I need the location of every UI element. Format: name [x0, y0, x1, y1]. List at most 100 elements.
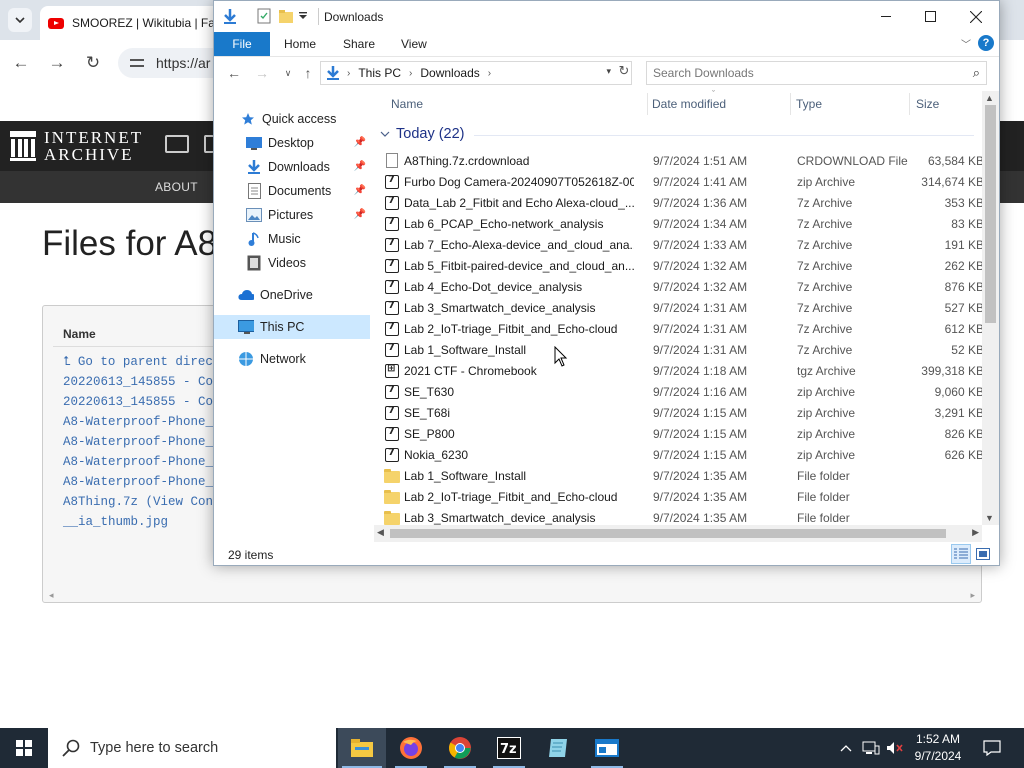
show-hidden-icons-button[interactable]: [836, 728, 856, 768]
file-row[interactable]: Lab 3_Smartwatch_device_analysis 9/7/2024…: [384, 297, 984, 318]
taskbar-7zip[interactable]: 7z: [485, 728, 533, 768]
search-input[interactable]: Search Downloads ⌕: [646, 61, 987, 85]
taskbar-app-window[interactable]: [583, 728, 631, 768]
help-button[interactable]: ?: [978, 35, 994, 51]
file-row[interactable]: SE_T630 9/7/2024 1:16 AM zip Archive 9,060 …: [384, 381, 984, 402]
file-row[interactable]: 2021 CTF - Chromebook 9/7/2024 1:18 AM tgz…: [384, 360, 984, 381]
scrollbar-thumb[interactable]: [985, 105, 996, 323]
file-row[interactable]: Lab 2_IoT-triage_Fitbit_and_Echo-cloud 9/…: [384, 318, 984, 339]
notifications-button[interactable]: [980, 728, 1004, 768]
close-button[interactable]: [953, 1, 999, 32]
file-link[interactable]: A8-Waterproof-Phone_a: [63, 412, 221, 432]
nav-item-downloads[interactable]: Downloads 📌: [214, 155, 370, 179]
scroll-up-icon[interactable]: ▲: [985, 93, 994, 103]
file-link[interactable]: A8-Waterproof-Phone_m: [63, 452, 221, 472]
file-row[interactable]: SE_P800 9/7/2024 1:15 AM zip Archive 826 KB: [384, 423, 984, 444]
nav-item-videos[interactable]: Videos: [214, 251, 370, 275]
panel-horizontal-scrollbar[interactable]: ◂ ▸: [43, 590, 981, 602]
scroll-right-icon[interactable]: ▸: [970, 590, 975, 601]
scroll-right-icon[interactable]: ▶: [972, 527, 979, 538]
tab-home[interactable]: Home: [270, 32, 330, 56]
tab-view[interactable]: View: [387, 32, 441, 56]
file-row[interactable]: Nokia_6230 9/7/2024 1:15 AM zip Archive 626…: [384, 444, 984, 465]
recent-locations-icon[interactable]: ∨: [278, 63, 298, 83]
file-link[interactable]: A8Thing.7z (View Cont: [63, 492, 221, 512]
column-header-name[interactable]: Name: [391, 97, 423, 111]
maximize-button[interactable]: [907, 1, 953, 32]
file-link[interactable]: A8-Waterproof-Phone_m: [63, 472, 221, 492]
up-arrow-icon[interactable]: ↑: [298, 63, 318, 83]
nav-item-quick-access[interactable]: Quick access: [214, 107, 370, 131]
browser-tab[interactable]: SMOOREZ | Wikitubia | Fa: [40, 6, 240, 40]
volume-tray-button[interactable]: [884, 728, 906, 768]
file-row[interactable]: Lab 6_PCAP_Echo-network_analysis 9/7/2024…: [384, 213, 984, 234]
file-row[interactable]: A8Thing.7z.crdownload 9/7/2024 1:51 AM CRD…: [384, 150, 984, 171]
chevron-right-icon[interactable]: ›: [488, 68, 491, 79]
vertical-scrollbar[interactable]: ▲ ▼: [982, 91, 999, 525]
breadcrumb-downloads[interactable]: Downloads: [420, 66, 479, 80]
chevron-right-icon[interactable]: ›: [409, 68, 412, 79]
search-icon[interactable]: ⌕: [973, 65, 980, 81]
horizontal-scrollbar[interactable]: ◀ ▶: [374, 525, 982, 542]
file-row[interactable]: Lab 1_Software_Install 9/7/2024 1:35 AM Fi…: [384, 465, 984, 486]
nav-item-documents[interactable]: Documents 📌: [214, 179, 370, 203]
column-header-type[interactable]: Type: [796, 97, 822, 111]
parent-directory-link[interactable]: ⮤ Go to parent direc: [63, 352, 221, 372]
file-row[interactable]: Data_Lab 2_Fitbit and Echo Alexa-cloud_.…: [384, 192, 984, 213]
properties-icon[interactable]: [257, 8, 271, 24]
nav-item-pictures[interactable]: Pictures 📌: [214, 203, 370, 227]
column-header-date-modified[interactable]: Date modified: [652, 97, 726, 111]
address-dropdown-icon[interactable]: ▾: [606, 66, 611, 77]
file-link[interactable]: 20220613_145855 - Cop: [63, 392, 221, 412]
file-row[interactable]: SE_T68i 9/7/2024 1:15 AM zip Archive 3,291 …: [384, 402, 984, 423]
taskbar-clock[interactable]: 1:52 AM 9/7/2024: [905, 731, 971, 765]
file-row[interactable]: Lab 5_Fitbit-paired-device_and_cloud_an.…: [384, 255, 984, 276]
taskbar-search-box[interactable]: Type here to search: [48, 728, 336, 768]
tab-share[interactable]: Share: [329, 32, 389, 56]
taskbar-file-explorer[interactable]: [338, 728, 386, 768]
minimize-button[interactable]: [863, 1, 909, 32]
tab-file[interactable]: File: [214, 32, 270, 56]
file-row[interactable]: Lab 1_Software_Install 9/7/2024 1:31 AM 7z…: [384, 339, 984, 360]
network-tray-button[interactable]: [860, 728, 882, 768]
quick-access-dropdown-icon[interactable]: [298, 12, 308, 20]
taskbar-chrome[interactable]: [436, 728, 484, 768]
taskbar-notepad[interactable]: [534, 728, 582, 768]
details-view-button[interactable]: [951, 544, 971, 564]
file-row[interactable]: Lab 2_IoT-triage_Fitbit_and_Echo-cloud 9/…: [384, 486, 984, 507]
refresh-icon[interactable]: ↻: [616, 63, 632, 79]
file-link[interactable]: __ia_thumb.jpg: [63, 512, 221, 532]
expand-ribbon-icon[interactable]: ﹀: [961, 36, 971, 51]
address-box[interactable]: › This PC › Downloads › ▾: [320, 61, 632, 85]
large-icons-view-button[interactable]: [973, 544, 993, 564]
forward-arrow-icon[interactable]: →: [44, 50, 70, 76]
chevron-right-icon[interactable]: ›: [347, 68, 350, 79]
breadcrumb-this-pc[interactable]: This PC: [358, 66, 401, 80]
explorer-title-bar[interactable]: Downloads: [214, 1, 999, 32]
nav-about-link[interactable]: ABOUT: [155, 180, 198, 194]
nav-item-onedrive[interactable]: OneDrive: [214, 283, 370, 307]
forward-arrow-icon[interactable]: →: [252, 63, 272, 83]
nav-item-network[interactable]: Network: [214, 347, 370, 371]
tab-search-button[interactable]: [8, 8, 32, 32]
internet-archive-logo[interactable]: INTERNET ARCHIVE: [10, 129, 143, 163]
site-info-icon[interactable]: [130, 57, 144, 69]
nav-item-desktop[interactable]: Desktop 📌: [214, 131, 370, 155]
file-row[interactable]: Lab 7_Echo-Alexa-device_and_cloud_ana...…: [384, 234, 984, 255]
file-row[interactable]: Furbo Dog Camera-20240907T052618Z-001 9/7…: [384, 171, 984, 192]
scroll-left-icon[interactable]: ◂: [49, 590, 54, 601]
back-arrow-icon[interactable]: ←: [224, 63, 244, 83]
nav-item-this-pc[interactable]: This PC: [214, 315, 370, 339]
new-folder-icon[interactable]: [278, 8, 294, 24]
back-arrow-icon[interactable]: ←: [8, 50, 34, 76]
taskbar-firefox[interactable]: [387, 728, 435, 768]
file-row[interactable]: Lab 4_Echo-Dot_device_analysis 9/7/2024 1…: [384, 276, 984, 297]
group-header-today[interactable]: Today (22): [380, 126, 465, 142]
nav-item-music[interactable]: Music: [214, 227, 370, 251]
scroll-left-icon[interactable]: ◀: [377, 527, 384, 538]
file-link[interactable]: A8-Waterproof-Phone_f: [63, 432, 221, 452]
reload-icon[interactable]: ↻: [80, 50, 106, 76]
column-header-size[interactable]: Size: [916, 97, 939, 111]
start-button[interactable]: [0, 728, 48, 768]
file-link[interactable]: 20220613_145855 - Cop: [63, 372, 221, 392]
